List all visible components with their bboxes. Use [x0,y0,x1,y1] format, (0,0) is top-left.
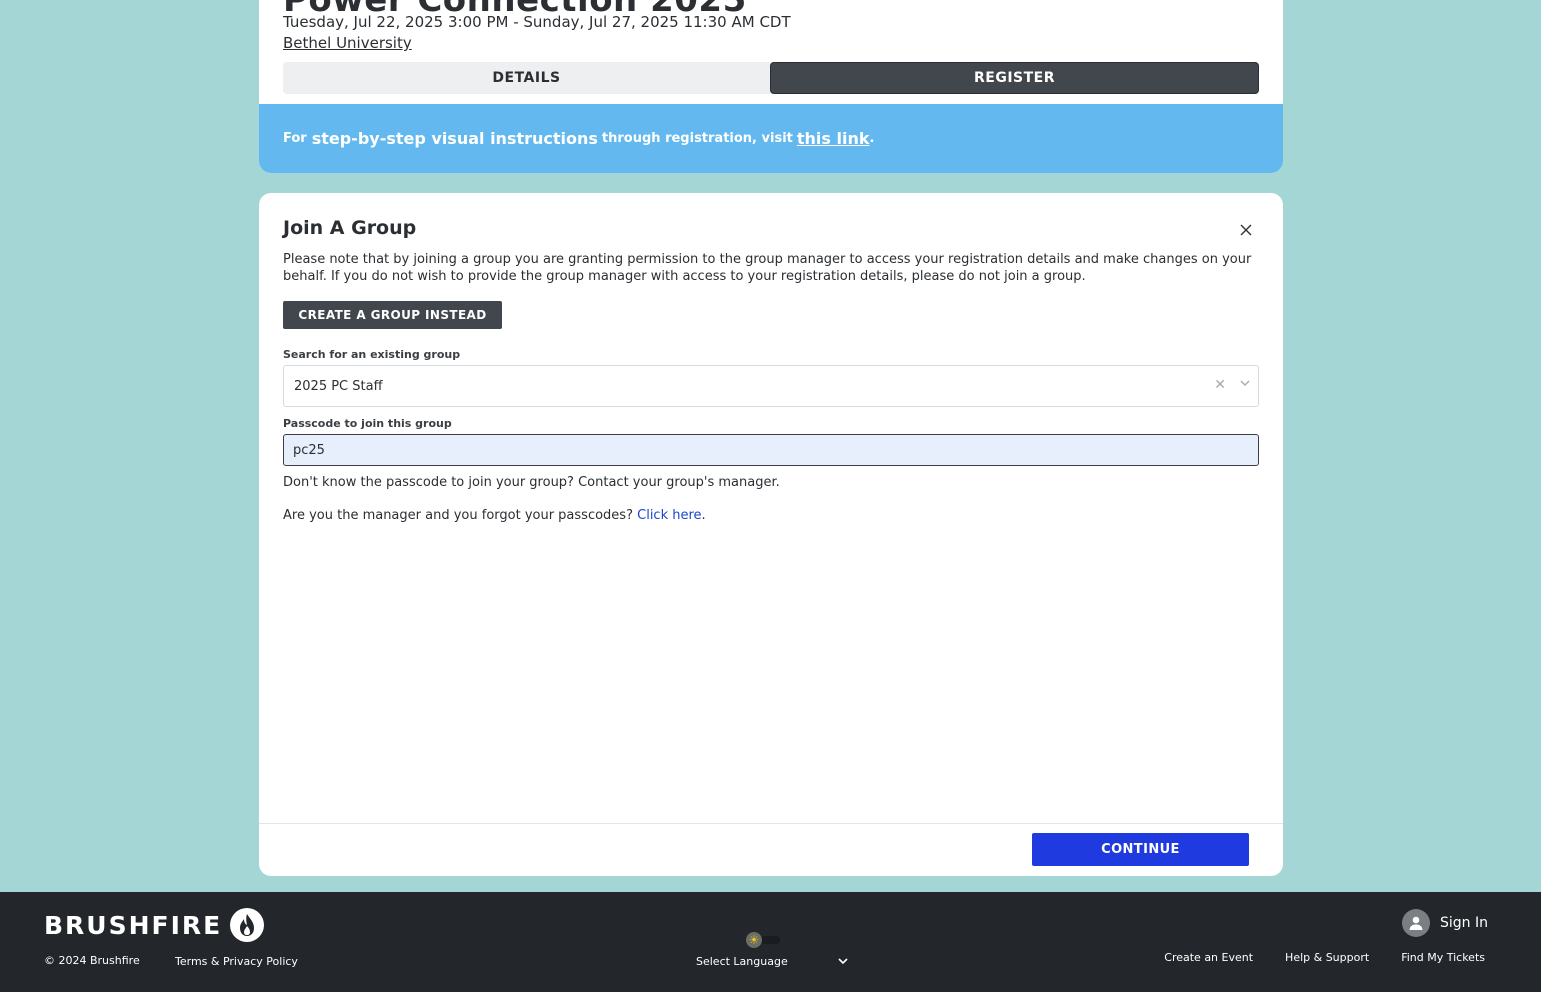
toggle-track [760,936,780,944]
banner-emphasis: step-by-step visual instructions [311,129,598,148]
divider [259,823,1283,824]
forgot-question: Are you the manager and you forgot your … [283,508,633,523]
flame-icon [230,908,265,942]
user-icon [1402,909,1430,937]
language-label: Select Language [696,955,788,968]
create-event-link[interactable]: Create an Event [1164,951,1253,964]
help-support-link[interactable]: Help & Support [1285,951,1369,964]
footer-links: Create an Event Help & Support Find My T… [1164,951,1485,964]
close-icon[interactable] [1237,221,1255,239]
event-date: Tuesday, Jul 22, 2025 3:00 PM - Sunday, … [283,13,791,31]
continue-button[interactable]: CONTINUE [1032,833,1249,866]
copyright: © 2024 Brushfire [44,954,140,967]
event-tabs: DETAILS REGISTER [283,62,1259,94]
banner-middle: through registration, visit [601,131,793,146]
sign-in-button[interactable]: Sign In [1402,909,1488,937]
instructions-banner: For step-by-step visual instructions thr… [259,104,1283,173]
chevron-down-icon [838,955,848,968]
group-search-select[interactable]: 2025 PC Staff ✕ [283,365,1259,407]
forgot-passcode-link[interactable]: Click here [637,508,701,523]
tab-register[interactable]: REGISTER [770,62,1259,94]
event-header-card: Power Connection 2025 Tuesday, Jul 22, 2… [259,0,1283,173]
brushfire-logo[interactable]: BRUSHFIRE [44,908,265,942]
sign-in-label: Sign In [1440,915,1488,931]
language-select[interactable]: Select Language [696,955,848,968]
event-venue-link[interactable]: Bethel University [283,34,412,52]
find-tickets-link[interactable]: Find My Tickets [1401,951,1485,964]
site-footer: BRUSHFIRE © 2024 Brushfire Terms & Priva… [0,892,1541,992]
selected-group: 2025 PC Staff [294,378,383,394]
sun-icon: ☀ [746,932,762,948]
banner-suffix: . [869,131,875,146]
chevron-down-icon[interactable] [1240,379,1250,390]
join-group-card: Join A Group Please note that by joining… [259,193,1283,876]
forgot-suffix: . [701,508,706,523]
passcode-input[interactable] [283,434,1259,466]
create-group-button[interactable]: CREATE A GROUP INSTEAD [283,301,502,329]
terms-link[interactable]: Terms & Privacy Policy [175,955,298,968]
permission-note: Please note that by joining a group you … [283,252,1252,284]
brand-name: BRUSHFIRE [44,910,223,940]
forgot-passcode-text: Are you the manager and you forgot your … [283,508,706,523]
tab-details[interactable]: DETAILS [283,62,770,94]
theme-toggle[interactable]: ☀ [746,932,782,948]
dialog-title: Join A Group [283,217,417,239]
search-label: Search for an existing group [283,348,461,361]
banner-prefix: For [283,131,307,146]
passcode-help: Don't know the passcode to join your gro… [283,475,780,490]
banner-link[interactable]: this link [797,129,870,148]
clear-icon[interactable]: ✕ [1214,377,1226,393]
passcode-label: Passcode to join this group [283,417,452,430]
